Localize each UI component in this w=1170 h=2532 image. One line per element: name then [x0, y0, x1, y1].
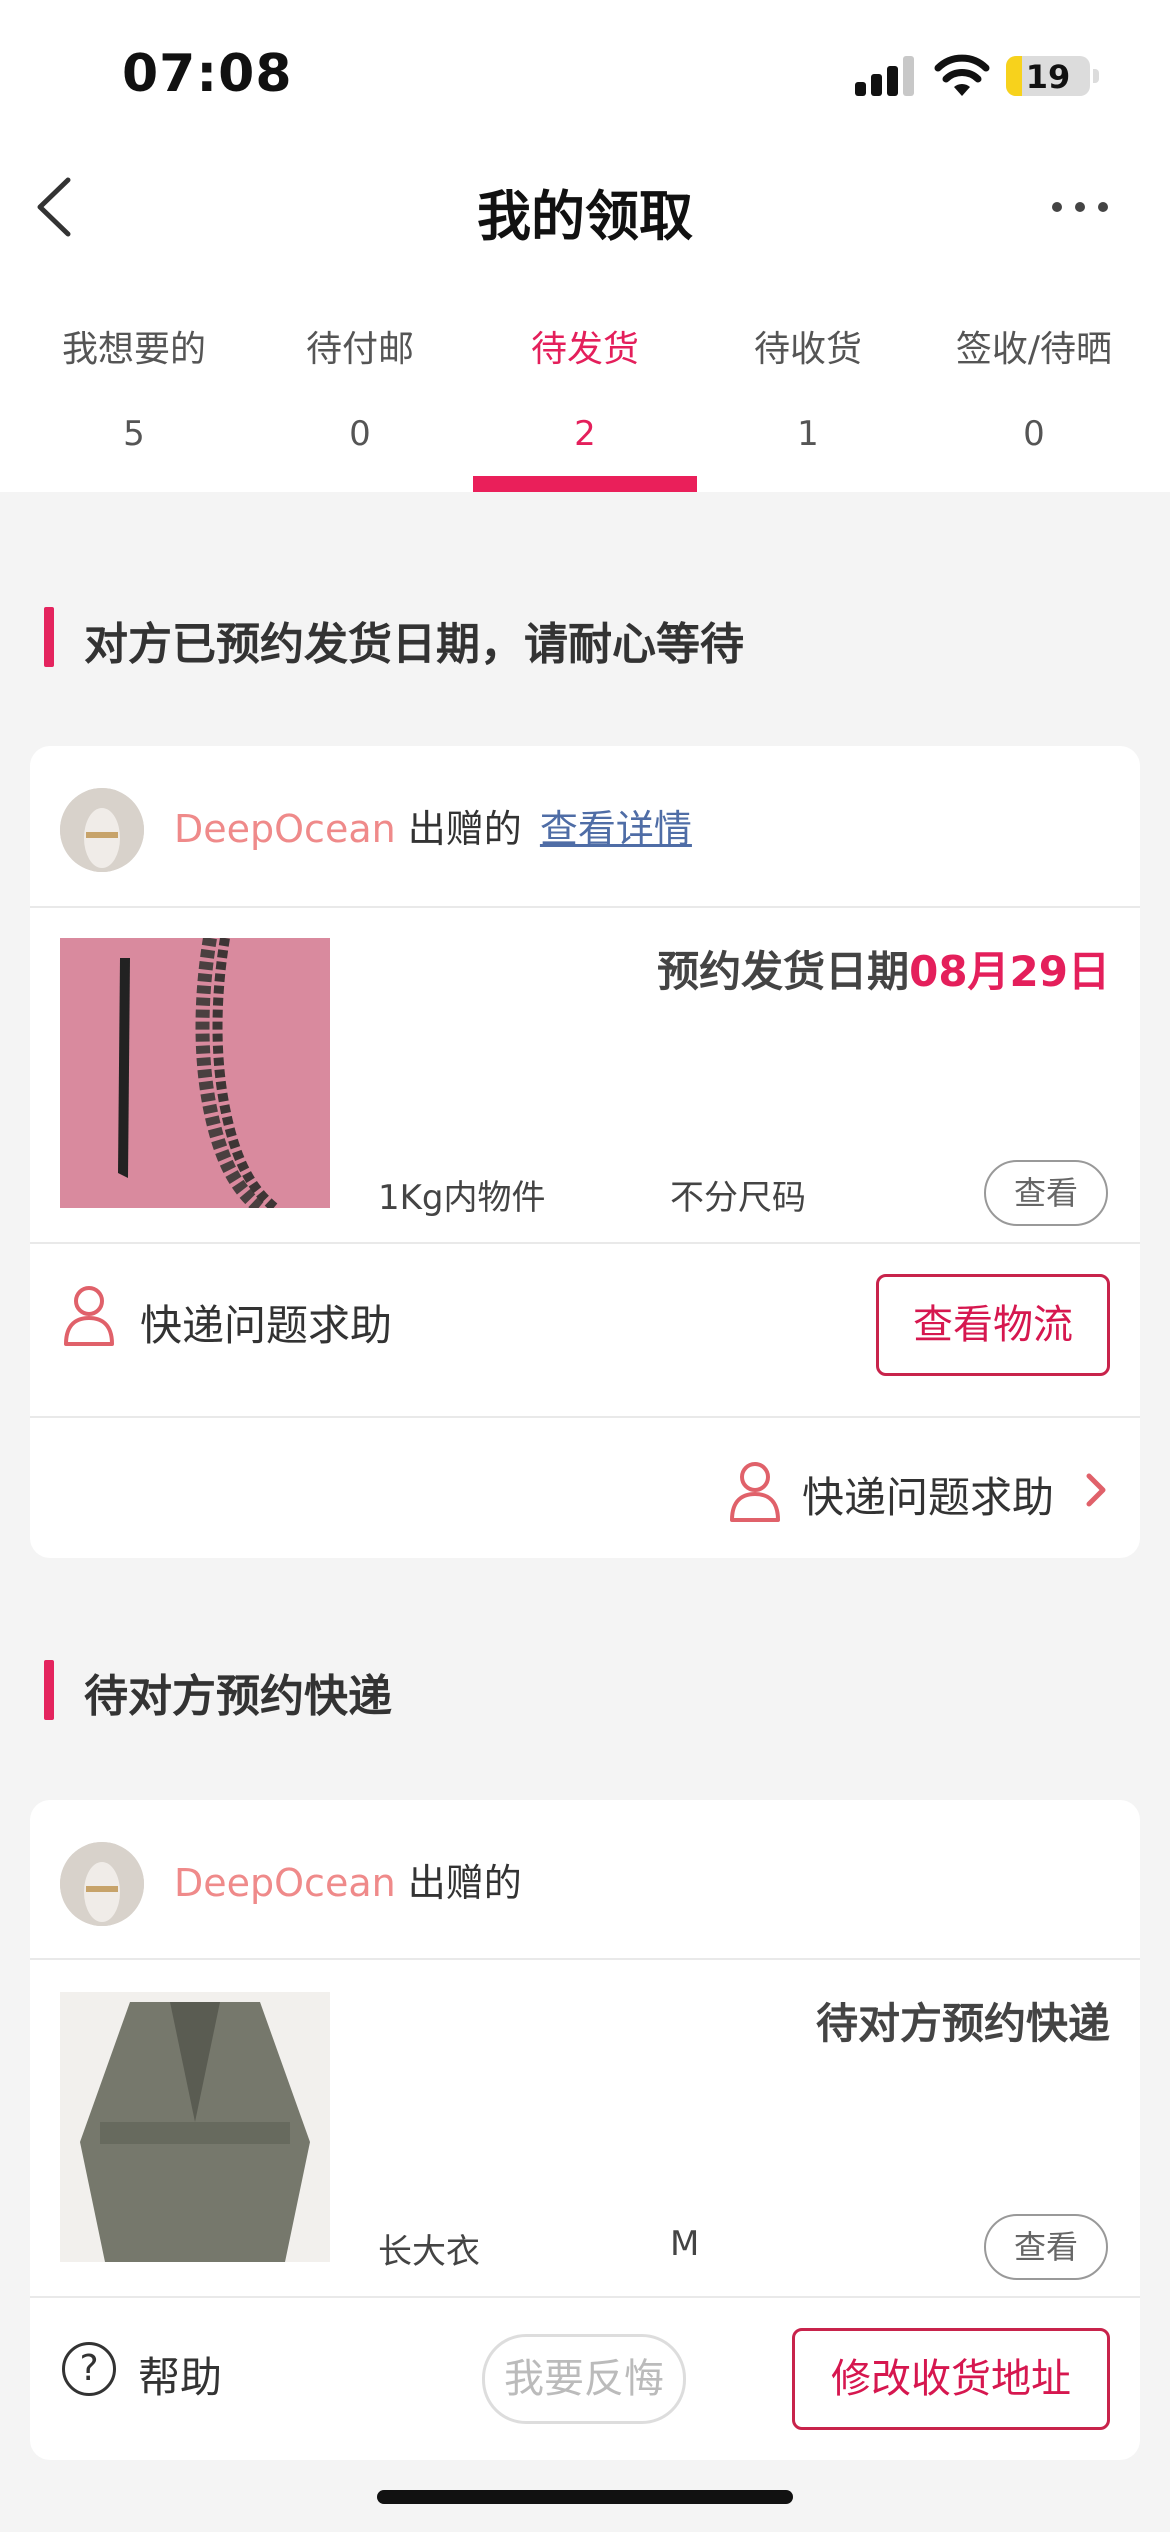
- tab-label: 签收/待晒: [955, 329, 1113, 370]
- avatar[interactable]: [60, 1842, 144, 1926]
- tab-count: 5: [123, 414, 145, 454]
- chevron-right-icon: [1086, 1473, 1106, 1507]
- tab-pending-receipt[interactable]: 待收货 1: [696, 320, 920, 454]
- tab-count: 0: [349, 414, 371, 454]
- giver-line: DeepOcean 出赠的: [174, 1852, 522, 1907]
- person-icon: [730, 1462, 780, 1522]
- tab-want[interactable]: 我想要的 5: [22, 320, 246, 454]
- wifi-icon: [934, 54, 990, 96]
- item-image[interactable]: [60, 938, 330, 1208]
- person-icon: [64, 1286, 114, 1346]
- battery-level: 19: [1025, 58, 1071, 96]
- divider: [30, 906, 1140, 908]
- tab-count: 0: [1023, 414, 1045, 454]
- tab-signed-review[interactable]: 签收/待晒 0: [922, 320, 1146, 454]
- tab-count: 1: [797, 414, 819, 454]
- home-indicator: [377, 2490, 793, 2504]
- divider: [30, 2296, 1140, 2298]
- scheduled-ship-date-value: 08月29日: [909, 947, 1110, 996]
- tab-pending-postage[interactable]: 待付邮 0: [248, 320, 472, 454]
- divider: [30, 1958, 1140, 1960]
- avatar[interactable]: [60, 788, 144, 872]
- battery-icon: 19: [1006, 56, 1090, 96]
- page-title: 我的领取: [477, 185, 693, 248]
- more-options-button[interactable]: [1050, 196, 1110, 216]
- battery-tip: [1093, 69, 1099, 83]
- courier-help-label[interactable]: 快递问题求助: [140, 1292, 392, 1353]
- view-logistics-button[interactable]: 查看物流: [876, 1274, 1110, 1376]
- courier-help-link[interactable]: 快递问题求助: [802, 1464, 1054, 1525]
- tab-label: 待付邮: [305, 329, 414, 370]
- tab-pending-shipment[interactable]: 待发货 2: [473, 320, 697, 454]
- active-tab-indicator: [473, 476, 697, 492]
- giver-name[interactable]: DeepOcean: [174, 1861, 396, 1905]
- tab-label: 待收货: [753, 329, 862, 370]
- help-icon: ?: [62, 2342, 116, 2396]
- regret-button[interactable]: 我要反悔: [482, 2334, 686, 2424]
- change-address-button[interactable]: 修改收货地址: [792, 2328, 1110, 2430]
- item-name: 1Kg内物件: [378, 1178, 546, 1218]
- divider: [30, 1416, 1140, 1418]
- item-size: 不分尺码: [670, 1178, 806, 1218]
- status-time: 07:08: [122, 44, 293, 104]
- section-accent-bar: [44, 607, 54, 667]
- section-title: 待对方预约快递: [84, 1671, 392, 1722]
- item-size: M: [670, 2224, 700, 2264]
- view-item-button[interactable]: 查看: [984, 2214, 1108, 2280]
- tab-count: 2: [574, 414, 596, 454]
- giver-suffix: 出赠的: [407, 1861, 522, 1905]
- order-card: DeepOcean 出赠的 查看详情 预约发货日期08月29日 1Kg内物件 不…: [30, 746, 1140, 1558]
- help-label[interactable]: 帮助: [138, 2344, 222, 2405]
- view-details-link[interactable]: 查看详情: [540, 807, 692, 851]
- giver-line: DeepOcean 出赠的 查看详情: [174, 798, 692, 853]
- scheduled-ship-label: 预约发货日期: [657, 947, 910, 996]
- cellular-signal-icon: [855, 56, 915, 96]
- item-image[interactable]: [60, 1992, 330, 2262]
- section-title: 对方已预约发货日期，请耐心等待: [84, 619, 744, 670]
- section-accent-bar: [44, 1660, 54, 1720]
- tab-label: 待发货: [530, 329, 639, 370]
- view-item-button[interactable]: 查看: [984, 1160, 1108, 1226]
- giver-name[interactable]: DeepOcean: [174, 807, 396, 851]
- scheduled-ship-date: 预约发货日期08月29日: [657, 938, 1110, 999]
- order-card: DeepOcean 出赠的 待对方预约快递 长大衣 M 查看 ? 帮助 我要反悔…: [30, 1800, 1140, 2460]
- item-name: 长大衣: [378, 2232, 480, 2272]
- shipment-status: 待对方预约快递: [815, 1999, 1110, 2048]
- giver-suffix: 出赠的: [407, 807, 522, 851]
- divider: [30, 1242, 1140, 1244]
- tab-label: 我想要的: [61, 329, 206, 370]
